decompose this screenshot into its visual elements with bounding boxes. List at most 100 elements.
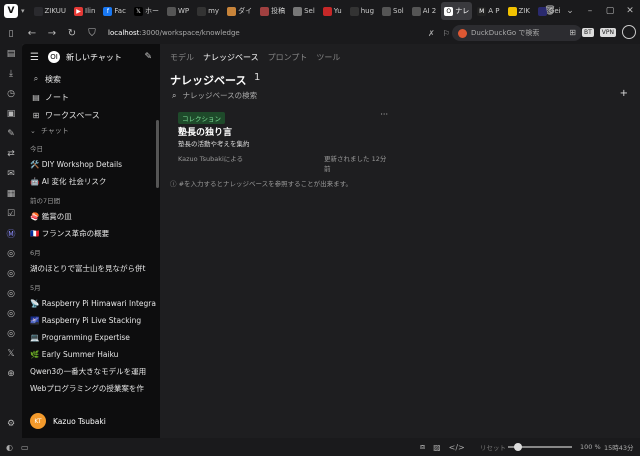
url-field[interactable]: localhost:3000/workspace/knowledge	[108, 25, 418, 41]
sidebar-scrollbar[interactable]	[156, 120, 159, 188]
sidebar-item-search[interactable]: ⌕ 検索	[22, 70, 160, 88]
chat-list-item[interactable]: 📡 Raspberry Pi Himawari Integra	[22, 295, 160, 312]
bt-badge[interactable]: BT	[582, 27, 594, 37]
chat-list-item[interactable]: 💻 Programming Expertise	[22, 329, 160, 346]
add-panel-icon[interactable]: ⊕	[5, 368, 17, 380]
reload-icon[interactable]: ↻	[62, 28, 82, 39]
vivaldi-logo-icon[interactable]: V	[4, 4, 18, 18]
browser-tab[interactable]: Sol	[379, 2, 407, 20]
back-icon[interactable]: ←	[22, 28, 42, 39]
mastodon-icon[interactable]: Ⓜ	[5, 228, 17, 240]
openwebui-logo-icon: OI	[48, 51, 60, 63]
bookmarks-icon[interactable]: ▯	[5, 28, 17, 40]
tab-label: ホー	[144, 7, 159, 15]
zoom-slider[interactable]	[508, 443, 572, 451]
chevron-down-icon[interactable]: ⌄	[560, 6, 580, 16]
browser-tab[interactable]: Sel	[290, 2, 318, 20]
tab-workspace[interactable]: ツール	[316, 52, 340, 63]
browser-tab[interactable]: WP	[164, 2, 192, 20]
web-panel-icon[interactable]: ◎	[5, 308, 17, 320]
browser-tab[interactable]: 投稿	[257, 2, 288, 20]
window-panel-icon[interactable]: ▣	[5, 108, 17, 120]
chat-list-item[interactable]: 🍣 鑑賞の皿	[22, 208, 160, 225]
sidebar-item-note[interactable]: ▤ ノート	[22, 88, 160, 106]
browser-tab[interactable]: AI 2	[409, 2, 440, 20]
chat-list-item[interactable]: 🇫🇷 フランス革命の概要	[22, 225, 160, 242]
bookmark-icon[interactable]: ⚐	[443, 29, 450, 38]
tile-icon[interactable]: ▭	[21, 443, 29, 452]
browser-tab[interactable]: 𝕏 ホー	[131, 2, 162, 20]
mail-icon[interactable]: ✉	[5, 168, 17, 180]
downloads-icon[interactable]: ⤓	[5, 68, 17, 80]
chat-list-item[interactable]: Webプログラミングの授業案を作	[22, 380, 160, 397]
url-path: :3000/workspace/knowledge	[139, 29, 240, 37]
account-icon[interactable]	[622, 25, 636, 39]
chat-list-item[interactable]: 🛠️ DIY Workshop Details	[22, 156, 160, 173]
maximize-icon[interactable]: ▢	[600, 6, 620, 16]
translate-panel-icon[interactable]: ⇄	[5, 148, 17, 160]
web-panel-icon[interactable]: ◎	[5, 248, 17, 260]
edit-icon[interactable]: ✎	[144, 52, 152, 62]
zoom-slider-knob[interactable]	[513, 443, 522, 451]
vpn-badge[interactable]: VPN	[599, 27, 616, 37]
browser-tab[interactable]: f Fac	[100, 2, 129, 20]
extensions-icon[interactable]: ⊞	[569, 28, 576, 37]
menu-icon[interactable]: ☰	[30, 52, 46, 63]
more-options-icon[interactable]: ···	[380, 110, 388, 119]
sidebar-item-workspace[interactable]: ⊞ ワークスペース	[22, 106, 160, 124]
chat-list-item[interactable]: 湖のほとりで富士山を見ながら併t	[22, 260, 160, 277]
tab-workspace[interactable]: プロンプト	[268, 52, 308, 63]
img-favicon-icon	[322, 6, 332, 16]
add-knowledge-button[interactable]: +	[620, 88, 628, 99]
web-panel-icon[interactable]: ◎	[5, 328, 17, 340]
browser-tab[interactable]: ZIKUU	[31, 2, 70, 20]
zoom-reset-button[interactable]: リセット	[480, 442, 506, 452]
close-icon[interactable]: ✕	[620, 6, 640, 16]
note-icon: ▤	[32, 92, 40, 102]
browser-tab[interactable]: O ナレ	[441, 2, 473, 20]
browser-tab[interactable]: ダイ	[224, 2, 255, 20]
img-favicon-icon	[260, 6, 270, 16]
chat-list-item[interactable]: 🤖 AI 変化 社会リスク	[22, 173, 160, 190]
browser-tab[interactable]: Yu	[320, 2, 345, 20]
browser-tab[interactable]: ZIK	[505, 2, 533, 20]
capture-icon[interactable]: ⧈	[420, 442, 425, 452]
chat-list-item[interactable]: 🌌 Raspberry Pi Live Stacking	[22, 312, 160, 329]
image-icon[interactable]: ▨	[433, 443, 441, 452]
browser-tab[interactable]: my	[194, 2, 222, 20]
history-icon[interactable]: ◷	[5, 88, 17, 100]
panel-toggle-icon[interactable]: ◐	[6, 443, 13, 452]
browser-tab[interactable]: MA P	[474, 2, 502, 20]
reading-list-icon[interactable]: ▤	[5, 48, 17, 60]
doc-favicon-icon	[507, 6, 517, 16]
web-panel-icon[interactable]: ◎	[5, 268, 17, 280]
translate-icon[interactable]: ✗	[428, 29, 435, 38]
knowledge-search-input[interactable]: ⌕ ナレッジベースの検索	[172, 90, 257, 101]
forward-icon[interactable]: →	[42, 28, 62, 39]
shield-icon[interactable]: ⛉	[82, 28, 102, 39]
tasks-icon[interactable]: ☑	[5, 208, 17, 220]
tab-workspace[interactable]: ナレッジベース	[203, 52, 259, 63]
code-icon[interactable]: </>	[449, 443, 465, 452]
menu-chevron-icon[interactable]: ▾	[21, 7, 25, 15]
tab-workspace[interactable]: モデル	[170, 52, 194, 63]
chat-section-header[interactable]: ⌄ チャット	[22, 124, 160, 138]
knowledge-card[interactable]: コレクション ··· 塾長の独り言 塾長の活動や考えを集約 Kazuo Tsub…	[174, 110, 392, 173]
address-bar: ← → ↻ ⛉ localhost:3000/workspace/knowled…	[22, 22, 640, 44]
browser-tab[interactable]: hug	[347, 2, 377, 20]
github-favicon-icon	[349, 6, 359, 16]
chat-list-item[interactable]: 🌿 Early Summer Haiku	[22, 346, 160, 363]
browser-tab[interactable]: ▶ Ilin	[71, 2, 98, 20]
web-panel-icon[interactable]: ◎	[5, 288, 17, 300]
minimize-icon[interactable]: –	[580, 6, 600, 16]
x-icon[interactable]: 𝕏	[5, 348, 17, 360]
settings-icon[interactable]: ⚙	[5, 418, 17, 430]
chat-list-item[interactable]: Qwen3の一番大きなモデルを運用	[22, 363, 160, 380]
notes-icon[interactable]: ✎	[5, 128, 17, 140]
trash-icon[interactable]: 🗑	[540, 6, 560, 16]
user-profile[interactable]: KT Kazuo Tsubaki	[22, 404, 160, 438]
chevron-down-icon: ⌄	[30, 127, 36, 135]
calendar-icon[interactable]: ▦	[5, 188, 17, 200]
search-field[interactable]: DuckDuckGo で検索	[452, 25, 582, 41]
new-chat-button[interactable]: 新しいチャット	[66, 52, 122, 63]
